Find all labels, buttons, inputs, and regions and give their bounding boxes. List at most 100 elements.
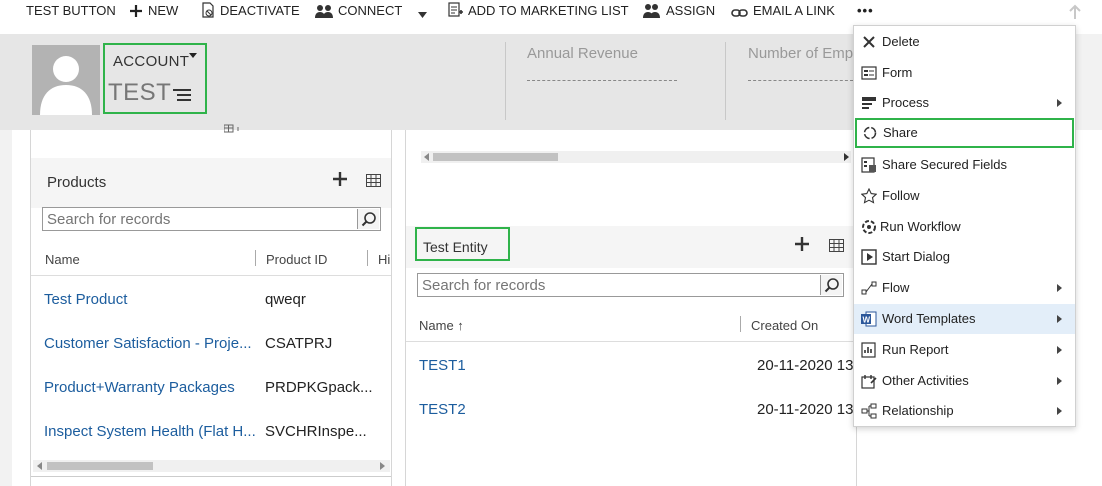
annual-revenue-value[interactable] bbox=[527, 80, 677, 81]
search-icon bbox=[824, 278, 839, 293]
menu-item-label: Run Workflow bbox=[880, 219, 961, 234]
menu-item-run-workflow[interactable]: Run Workflow bbox=[854, 212, 1075, 242]
star-icon bbox=[861, 188, 877, 204]
test-button[interactable]: TEST BUTTON bbox=[26, 0, 116, 22]
menu-item-label: Follow bbox=[882, 188, 920, 203]
add-to-marketing-list-label: ADD TO MARKETING LIST bbox=[468, 3, 629, 18]
grid-view-icon[interactable] bbox=[829, 239, 844, 252]
header-divider bbox=[31, 275, 391, 276]
product-row-name[interactable]: Inspect System Health (Flat H... bbox=[44, 423, 256, 440]
relationship-icon bbox=[861, 403, 877, 419]
menu-item-label: Share bbox=[883, 125, 918, 140]
column-header-product-id[interactable]: Product ID bbox=[266, 252, 327, 267]
right-gutter bbox=[1076, 130, 1102, 486]
column-separator[interactable] bbox=[367, 250, 368, 266]
test-entity-row-created: 20-11-2020 13 bbox=[757, 357, 854, 374]
products-search-box bbox=[42, 207, 381, 231]
menu-item-relationship[interactable]: Relationship bbox=[854, 396, 1075, 426]
assign-icon bbox=[643, 4, 660, 18]
submenu-arrow-icon bbox=[1057, 377, 1062, 385]
left-gutter bbox=[0, 130, 12, 486]
product-row-id: CSATPRJ bbox=[265, 335, 333, 352]
collapse-arrow[interactable] bbox=[1068, 2, 1087, 24]
header-divider bbox=[406, 341, 856, 342]
add-product-plus-icon[interactable] bbox=[333, 172, 347, 186]
menu-item-form[interactable]: Form bbox=[854, 58, 1075, 88]
column-header-name-sorted[interactable]: Name ↑ bbox=[419, 318, 464, 333]
test-entity-search-button[interactable] bbox=[820, 275, 842, 295]
svg-text:W: W bbox=[863, 316, 871, 325]
link-icon bbox=[731, 9, 748, 17]
column-header-name[interactable]: Name bbox=[45, 252, 80, 267]
menu-item-flow[interactable]: Flow bbox=[854, 273, 1075, 303]
menu-item-share[interactable]: Share bbox=[855, 118, 1074, 148]
header-separator bbox=[505, 42, 506, 120]
plus-icon bbox=[130, 5, 142, 17]
report-icon bbox=[861, 342, 876, 358]
scroll-right-arrow[interactable] bbox=[844, 153, 849, 161]
connect-button[interactable]: CONNECT bbox=[315, 0, 402, 22]
scroll-right-arrow[interactable] bbox=[380, 462, 385, 470]
start-dialog-icon bbox=[861, 249, 877, 265]
delete-icon bbox=[863, 36, 875, 48]
annual-revenue-label: Annual Revenue bbox=[527, 45, 638, 62]
entity-type-selector[interactable]: ACCOUNT bbox=[113, 53, 189, 70]
submenu-arrow-icon bbox=[1057, 99, 1062, 107]
product-row-name[interactable]: Product+Warranty Packages bbox=[44, 379, 235, 396]
grid-view-icon[interactable] bbox=[366, 174, 381, 187]
products-panel: Products Name Product ID Hi Test Product… bbox=[30, 124, 392, 486]
menu-item-follow[interactable]: Follow bbox=[854, 181, 1075, 211]
test-entity-row-name[interactable]: TEST2 bbox=[419, 401, 466, 418]
add-record-plus-icon[interactable] bbox=[795, 237, 809, 251]
menu-item-delete[interactable]: Delete bbox=[854, 27, 1075, 57]
test-entity-row-name[interactable]: TEST1 bbox=[419, 357, 466, 374]
record-title-box: ACCOUNT TEST bbox=[103, 43, 207, 114]
products-horizontal-scrollbar[interactable] bbox=[33, 460, 390, 472]
submenu-arrow-icon bbox=[1057, 315, 1062, 323]
column-header-created-on[interactable]: Created On bbox=[751, 318, 818, 333]
menu-item-other-activities[interactable]: Other Activities bbox=[854, 366, 1075, 396]
scroll-left-arrow[interactable] bbox=[424, 153, 429, 161]
number-of-employees-value[interactable] bbox=[748, 80, 853, 81]
products-search-input[interactable] bbox=[43, 208, 355, 230]
scroll-thumb[interactable] bbox=[47, 462, 153, 470]
menu-item-process[interactable]: Process bbox=[854, 88, 1075, 118]
more-commands-button[interactable]: ••• bbox=[857, 0, 874, 22]
number-of-employees-label: Number of Emp bbox=[748, 45, 854, 62]
column-header-hidden[interactable]: Hi bbox=[378, 252, 390, 267]
top-horizontal-scrollbar[interactable] bbox=[421, 151, 851, 163]
products-search-button[interactable] bbox=[357, 209, 379, 229]
add-to-marketing-list-button[interactable]: ADD TO MARKETING LIST bbox=[448, 0, 629, 22]
test-entity-search-input[interactable] bbox=[418, 274, 818, 296]
person-icon bbox=[40, 56, 92, 115]
email-a-link-button[interactable]: EMAIL A LINK bbox=[731, 0, 835, 22]
command-bar: TEST BUTTON NEW DEACTIVATE CONNECT ADD T… bbox=[0, 0, 1102, 24]
test-entity-search-box bbox=[417, 273, 844, 297]
product-row-id: PRDPKGpack... bbox=[265, 379, 373, 396]
header-separator bbox=[725, 42, 726, 120]
submenu-arrow-icon bbox=[1057, 407, 1062, 415]
deactivate-icon bbox=[202, 2, 214, 18]
menu-item-run-report[interactable]: Run Report bbox=[854, 335, 1075, 365]
record-menu-icon[interactable] bbox=[173, 89, 191, 101]
form-icon bbox=[861, 66, 877, 80]
submenu-arrow-icon bbox=[1057, 346, 1062, 354]
deactivate-button[interactable]: DEACTIVATE bbox=[201, 0, 300, 22]
arrow-up-icon bbox=[1069, 4, 1081, 19]
new-button[interactable]: NEW bbox=[129, 0, 178, 22]
scroll-left-arrow[interactable] bbox=[37, 462, 42, 470]
menu-item-word-templates[interactable]: W Word Templates bbox=[854, 304, 1075, 334]
menu-item-share-secured-fields[interactable]: Share Secured Fields bbox=[854, 150, 1075, 180]
menu-item-start-dialog[interactable]: Start Dialog bbox=[854, 242, 1075, 272]
product-row-name[interactable]: Customer Satisfaction - Proje... bbox=[44, 335, 252, 352]
scroll-thumb[interactable] bbox=[433, 153, 558, 161]
assign-button[interactable]: ASSIGN bbox=[643, 0, 715, 22]
connect-dropdown[interactable] bbox=[418, 0, 432, 22]
avatar[interactable] bbox=[32, 45, 100, 115]
menu-item-label: Other Activities bbox=[882, 373, 969, 388]
process-icon bbox=[862, 97, 876, 109]
product-row-name[interactable]: Test Product bbox=[44, 291, 127, 308]
column-separator[interactable] bbox=[255, 250, 256, 266]
column-separator[interactable] bbox=[740, 316, 741, 332]
deactivate-label: DEACTIVATE bbox=[220, 3, 300, 18]
